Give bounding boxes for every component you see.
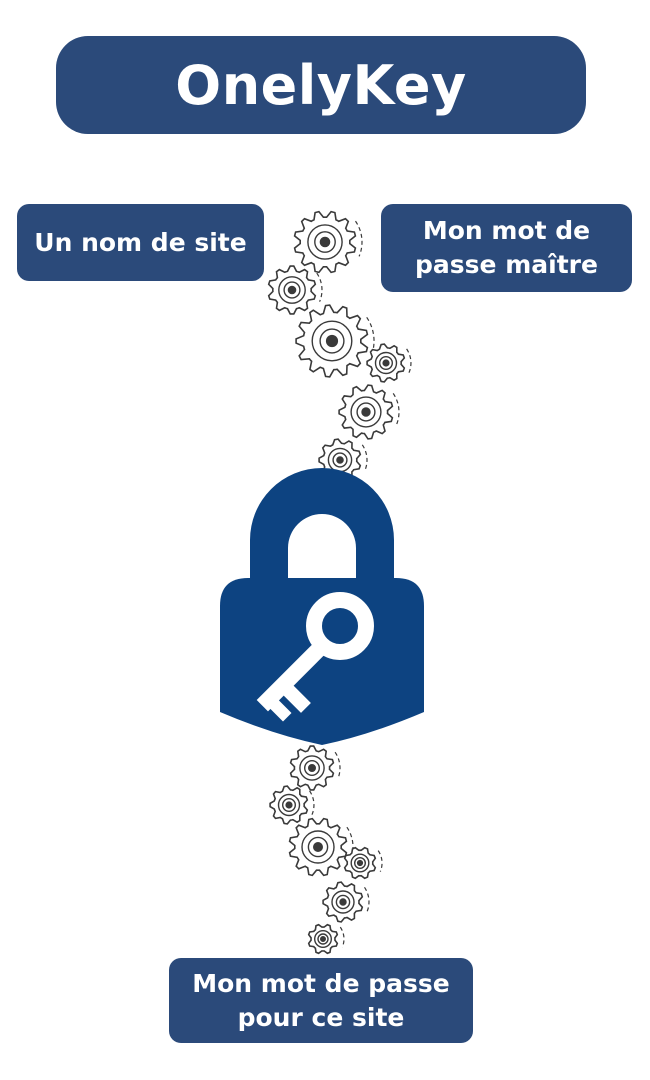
padlock-key-icon (220, 468, 424, 745)
gear-icon (338, 384, 400, 440)
gear-icon (293, 210, 363, 274)
gear-icon (289, 745, 341, 791)
padlock-shackle (250, 468, 394, 585)
site-password-label-line-1: Mon mot de passe (192, 968, 450, 998)
gear-icon (307, 923, 345, 955)
site-password-output-box: Mon mot de passe pour ce site (169, 958, 473, 1043)
gears-icon (269, 745, 383, 955)
gear-icon (269, 785, 315, 825)
gear-icon (366, 343, 412, 383)
gear-icon (322, 881, 370, 923)
gears-icon (267, 210, 412, 482)
gear-icon (343, 846, 383, 880)
gear-icon (267, 265, 323, 315)
gear-icon (295, 304, 375, 378)
gear-icon (288, 817, 354, 877)
site-password-label-line-2: pour ce site (237, 1002, 405, 1032)
diagram-graphics (220, 210, 424, 955)
